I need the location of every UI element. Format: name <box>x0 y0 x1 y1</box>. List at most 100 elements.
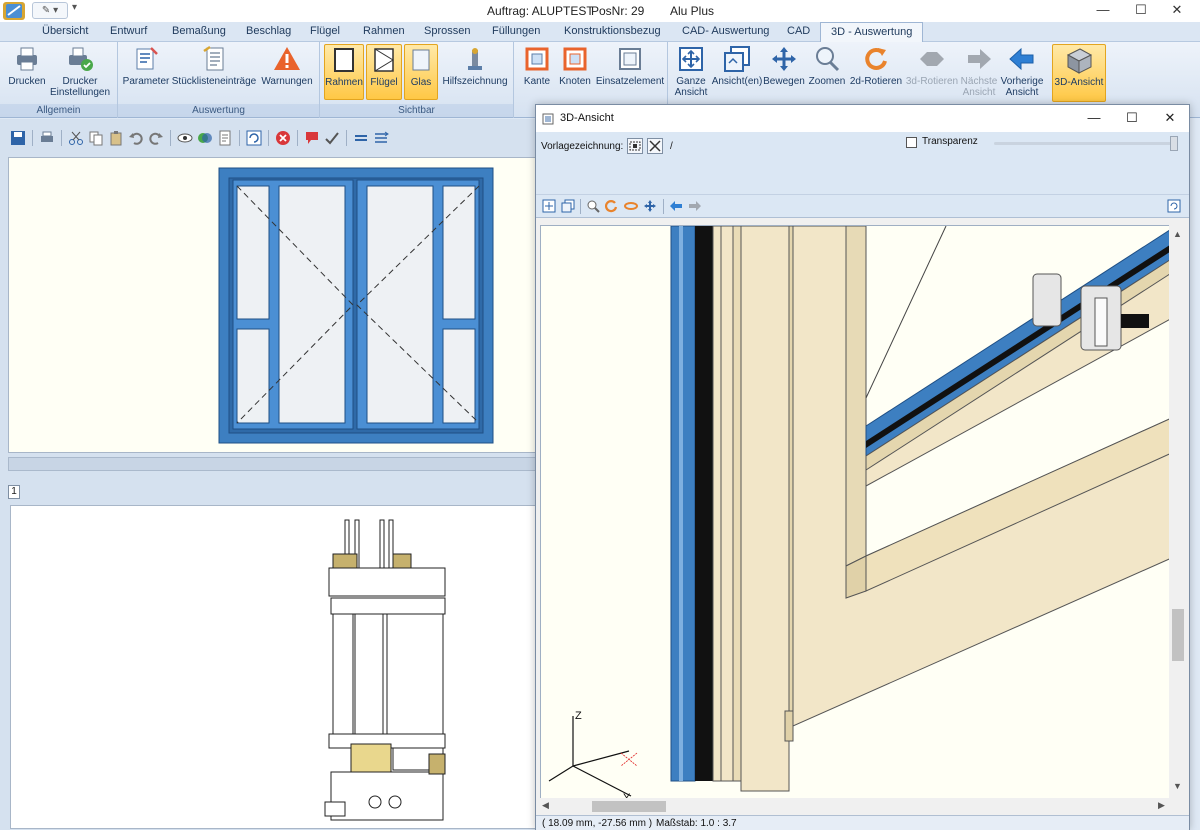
tab-cad[interactable]: CAD <box>787 25 810 37</box>
align-icon[interactable] <box>353 130 369 146</box>
naechste-ansicht-label: Ansicht <box>962 87 996 98</box>
einsatzelement-button[interactable]: Einsatzelement <box>594 44 666 87</box>
vorherige-ansicht-button[interactable]: Vorherige Ansicht <box>998 44 1046 98</box>
tab-fuellungen[interactable]: Füllungen <box>492 25 540 37</box>
next-view-small-icon[interactable] <box>688 199 702 213</box>
window-elevation-drawing <box>218 167 494 444</box>
vorlage-clear-button[interactable] <box>647 138 663 154</box>
tab-konstruktionsbezug[interactable]: Konstruktionsbezug <box>564 25 661 37</box>
quick-access-button[interactable]: ✎ ▾ <box>32 2 68 19</box>
3d-window-title-bar[interactable]: 3D-Ansicht — ☐ ✕ <box>536 105 1189 132</box>
check-edit-icon[interactable] <box>324 130 340 146</box>
fluegel-label: Flügel <box>370 77 398 88</box>
layers-icon[interactable] <box>197 130 213 146</box>
3d-viewport[interactable]: Z Y <box>540 225 1187 799</box>
undo-icon[interactable] <box>128 130 144 146</box>
transparenz-slider-thumb[interactable] <box>1170 136 1178 151</box>
tab-3d-auswertung[interactable]: 3D - Auswertung <box>820 22 924 43</box>
zoom-small-icon[interactable] <box>586 199 600 213</box>
rotieren-2d-button[interactable]: 2d-Rotieren <box>848 44 904 87</box>
scroll-right-icon[interactable]: ▶ <box>1158 800 1165 811</box>
toolbar-separator <box>239 130 240 146</box>
scroll-left-icon[interactable]: ◀ <box>542 800 549 811</box>
vorlage-select-button[interactable] <box>627 138 643 154</box>
refresh-icon[interactable] <box>246 130 262 146</box>
rotate-3d-icon <box>920 52 944 66</box>
arrow-right-icon <box>968 49 991 69</box>
transparenz-slider[interactable] <box>994 142 1174 145</box>
naechste-ansicht-button[interactable]: Nächste Ansicht <box>960 44 998 98</box>
previous-view-small-icon[interactable] <box>669 199 683 213</box>
bewegen-button[interactable]: Bewegen <box>762 44 806 87</box>
einstellungen-label: Einstellungen <box>49 87 111 98</box>
ribbon-tab-bar: Übersicht Entwurf Bemaßung Beschlag Flüg… <box>0 22 1200 43</box>
tab-entwurf[interactable]: Entwurf <box>110 25 147 37</box>
section-drawing-view[interactable] <box>10 505 536 829</box>
stop-icon[interactable] <box>275 130 291 146</box>
page-number-tab[interactable]: 1 <box>8 485 20 499</box>
tab-sprossen[interactable]: Sprossen <box>424 25 470 37</box>
tab-cad-auswertung[interactable]: CAD- Auswertung <box>682 25 769 37</box>
ansichten-button[interactable]: Ansicht(en) <box>710 44 764 87</box>
comment-icon[interactable] <box>304 130 320 146</box>
fluegel-toggle[interactable]: Flügel <box>366 44 402 100</box>
rahmen-toggle[interactable]: Rahmen <box>324 44 364 100</box>
rotate-2d-small-icon[interactable] <box>605 199 619 213</box>
move-small-icon[interactable] <box>643 199 657 213</box>
distribute-icon[interactable] <box>373 130 389 146</box>
quick-access-customize-icon[interactable]: ▾ <box>72 2 77 13</box>
save-icon[interactable] <box>10 130 26 146</box>
tab-uebersicht[interactable]: Übersicht <box>42 25 88 37</box>
3d-vertical-scrollbar[interactable]: ▲ ▼ <box>1169 225 1187 799</box>
stuecklisteneintraege-button[interactable]: Stücklisteneinträge <box>170 44 258 87</box>
drucker-einstellungen-button[interactable]: Drucker Einstellungen <box>48 44 112 98</box>
tab-fluegel[interactable]: Flügel <box>310 25 340 37</box>
helper-drawing-icon <box>468 48 482 70</box>
rotate-3d-small-icon[interactable] <box>624 199 638 213</box>
tab-bemassung[interactable]: Bemaßung <box>172 25 226 37</box>
zoomen-button[interactable]: Zoomen <box>806 44 848 87</box>
print-icon[interactable] <box>39 130 55 146</box>
fit-view-small-icon[interactable] <box>542 199 556 213</box>
vorherige-ansicht-label: Ansicht <box>1005 87 1039 98</box>
cursor-coordinates: ( 18.09 mm, -27.56 mm ) <box>542 818 653 829</box>
views-small-icon[interactable] <box>561 199 575 213</box>
warnungen-button[interactable]: Warnungen <box>258 44 316 87</box>
group-label-auswertung: Auswertung <box>118 104 319 117</box>
horizontal-scroll-thumb[interactable] <box>592 801 666 812</box>
tab-beschlag[interactable]: Beschlag <box>246 25 291 37</box>
redo-icon[interactable] <box>148 130 164 146</box>
rotieren-3d-button[interactable]: 3d-Rotieren <box>904 44 960 87</box>
document-icon[interactable] <box>217 130 233 146</box>
knoten-button[interactable]: Knoten <box>556 44 594 87</box>
paste-icon[interactable] <box>108 130 124 146</box>
parameter-button[interactable]: Parameter <box>122 44 170 87</box>
eye-icon[interactable] <box>177 130 193 146</box>
scroll-down-icon[interactable]: ▼ <box>1173 781 1182 791</box>
axis-z-label: Z <box>575 710 582 722</box>
kante-button[interactable]: Kante <box>518 44 556 87</box>
scroll-up-icon[interactable]: ▲ <box>1173 229 1182 239</box>
3d-minimize-button[interactable]: — <box>1076 107 1112 129</box>
ganze-ansicht-button[interactable]: Ganze Ansicht <box>672 44 710 98</box>
parameter-label: Parameter <box>122 76 170 87</box>
transparenz-checkbox[interactable] <box>906 137 917 148</box>
tab-rahmen[interactable]: Rahmen <box>363 25 405 37</box>
copy-icon[interactable] <box>88 130 104 146</box>
view-splitter[interactable] <box>8 457 536 471</box>
toolbar-separator <box>580 199 581 214</box>
3d-maximize-button[interactable]: ☐ <box>1114 107 1150 129</box>
cut-icon[interactable] <box>68 130 84 146</box>
vertical-scroll-thumb[interactable] <box>1172 609 1184 661</box>
3d-view-window[interactable]: 3D-Ansicht — ☐ ✕ Vorlagezeichnung: / Tra… <box>535 104 1190 830</box>
glas-toggle[interactable]: Glas <box>404 44 438 100</box>
hilfszeichnung-button[interactable]: Hilfszeichnung <box>440 44 510 87</box>
elevation-drawing-view[interactable] <box>8 157 536 453</box>
refresh-small-icon[interactable] <box>1167 199 1181 213</box>
app-logo-icon[interactable] <box>2 1 26 21</box>
3d-close-button[interactable]: ✕ <box>1152 107 1188 129</box>
drucken-button[interactable]: Drucken <box>6 44 48 87</box>
3d-horizontal-scrollbar[interactable]: ◀ ▶ <box>540 798 1169 814</box>
ansicht-3d-button[interactable]: 3D-Ansicht <box>1052 44 1106 102</box>
close-button[interactable]: ✕ <box>1154 0 1200 22</box>
